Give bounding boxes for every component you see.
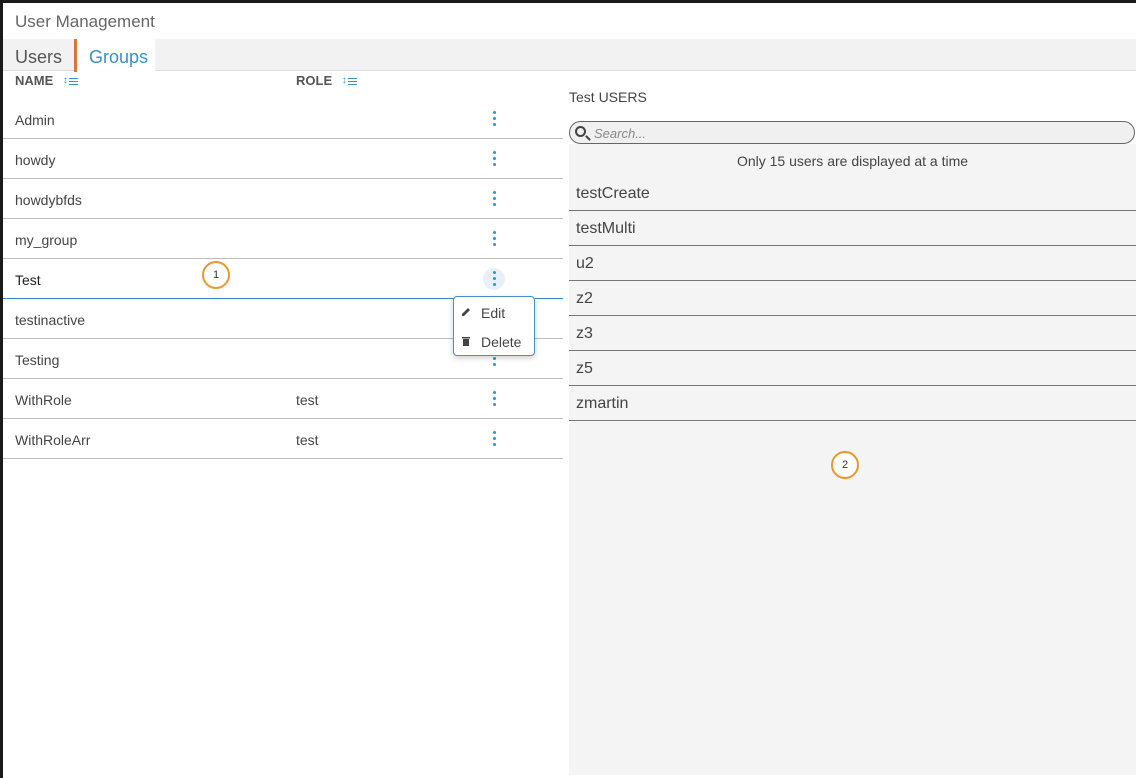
more-options-icon[interactable] bbox=[483, 388, 505, 410]
sort-icon[interactable]: ↕ bbox=[342, 75, 358, 87]
user-name: z5 bbox=[576, 360, 593, 377]
table-row[interactable]: WithRole test bbox=[3, 379, 563, 419]
more-options-icon[interactable] bbox=[483, 148, 505, 170]
group-name: WithRole bbox=[15, 392, 72, 408]
sort-icon[interactable]: ↕ bbox=[63, 75, 79, 87]
edit-label: Edit bbox=[481, 305, 506, 321]
name-column-header[interactable]: NAME ↕ bbox=[15, 73, 79, 88]
role-column-label: ROLE bbox=[296, 73, 333, 88]
group-users-panel: Test USERS Only 15 users are displayed a… bbox=[569, 71, 1136, 777]
list-item[interactable]: u2 bbox=[569, 246, 1136, 281]
user-name: zmartin bbox=[576, 395, 629, 412]
group-name: my_group bbox=[15, 232, 78, 248]
more-options-icon[interactable] bbox=[483, 228, 505, 250]
list-item[interactable]: z3 bbox=[569, 316, 1136, 351]
table-row[interactable]: Admin bbox=[3, 99, 563, 139]
table-row[interactable]: howdybfds bbox=[3, 179, 563, 219]
role-column-header[interactable]: ROLE ↕ bbox=[296, 73, 358, 88]
group-name: Admin bbox=[15, 112, 55, 128]
annotation-marker-1: 1 bbox=[202, 261, 230, 289]
search-box[interactable] bbox=[569, 121, 1135, 144]
user-name: z3 bbox=[576, 325, 593, 342]
list-item[interactable]: testCreate bbox=[569, 176, 1136, 211]
list-item[interactable]: zmartin bbox=[569, 386, 1136, 421]
table-row[interactable]: howdy bbox=[3, 139, 563, 179]
table-row[interactable]: my_group bbox=[3, 219, 563, 259]
groups-table: Admin howdy howdybfds my_group Test test… bbox=[3, 99, 563, 459]
tab-bar: Users Groups bbox=[3, 39, 1136, 72]
user-name: testCreate bbox=[576, 185, 650, 202]
group-name: Testing bbox=[15, 352, 60, 368]
panel-title: Test USERS bbox=[569, 89, 647, 105]
group-name: howdybfds bbox=[15, 192, 82, 208]
row-context-menu: Edit Delete bbox=[453, 296, 535, 356]
app-window: User Management Users Groups NAME ↕ ROLE… bbox=[3, 3, 1136, 778]
user-name: z2 bbox=[576, 290, 593, 307]
page-title: User Management bbox=[15, 12, 155, 31]
group-role: test bbox=[296, 432, 319, 448]
tab-users[interactable]: Users bbox=[15, 39, 62, 71]
table-row[interactable]: WithRoleArr test bbox=[3, 419, 563, 459]
list-item[interactable]: z2 bbox=[569, 281, 1136, 316]
table-row-selected[interactable]: Test bbox=[3, 259, 563, 299]
users-list-area: Only 15 users are displayed at a time te… bbox=[569, 144, 1136, 775]
annotation-marker-2: 2 bbox=[831, 451, 859, 479]
more-options-icon[interactable] bbox=[483, 188, 505, 210]
group-role: test bbox=[296, 392, 319, 408]
group-name: howdy bbox=[15, 152, 56, 168]
list-item[interactable]: z5 bbox=[569, 351, 1136, 386]
edit-menu-item[interactable]: Edit bbox=[454, 297, 534, 326]
group-name: Test bbox=[15, 272, 41, 288]
search-input[interactable] bbox=[594, 124, 1114, 142]
user-name: testMulti bbox=[576, 220, 636, 237]
pencil-icon bbox=[462, 308, 470, 316]
name-column-label: NAME bbox=[15, 73, 54, 88]
more-options-icon[interactable] bbox=[483, 428, 505, 450]
user-name: u2 bbox=[576, 255, 594, 272]
group-name: WithRoleArr bbox=[15, 432, 91, 448]
trash-icon bbox=[462, 337, 470, 346]
search-icon bbox=[575, 126, 586, 137]
users-list: testCreate testMulti u2 z2 z3 z5 zmartin bbox=[569, 176, 1136, 421]
group-name: testinactive bbox=[15, 312, 86, 328]
delete-menu-item[interactable]: Delete bbox=[454, 326, 534, 355]
tab-groups[interactable]: Groups bbox=[74, 39, 155, 72]
more-options-icon[interactable] bbox=[483, 268, 505, 290]
delete-label: Delete bbox=[481, 334, 522, 350]
more-options-icon[interactable] bbox=[483, 108, 505, 130]
list-item[interactable]: testMulti bbox=[569, 211, 1136, 246]
display-limit-notice: Only 15 users are displayed at a time bbox=[736, 153, 969, 169]
